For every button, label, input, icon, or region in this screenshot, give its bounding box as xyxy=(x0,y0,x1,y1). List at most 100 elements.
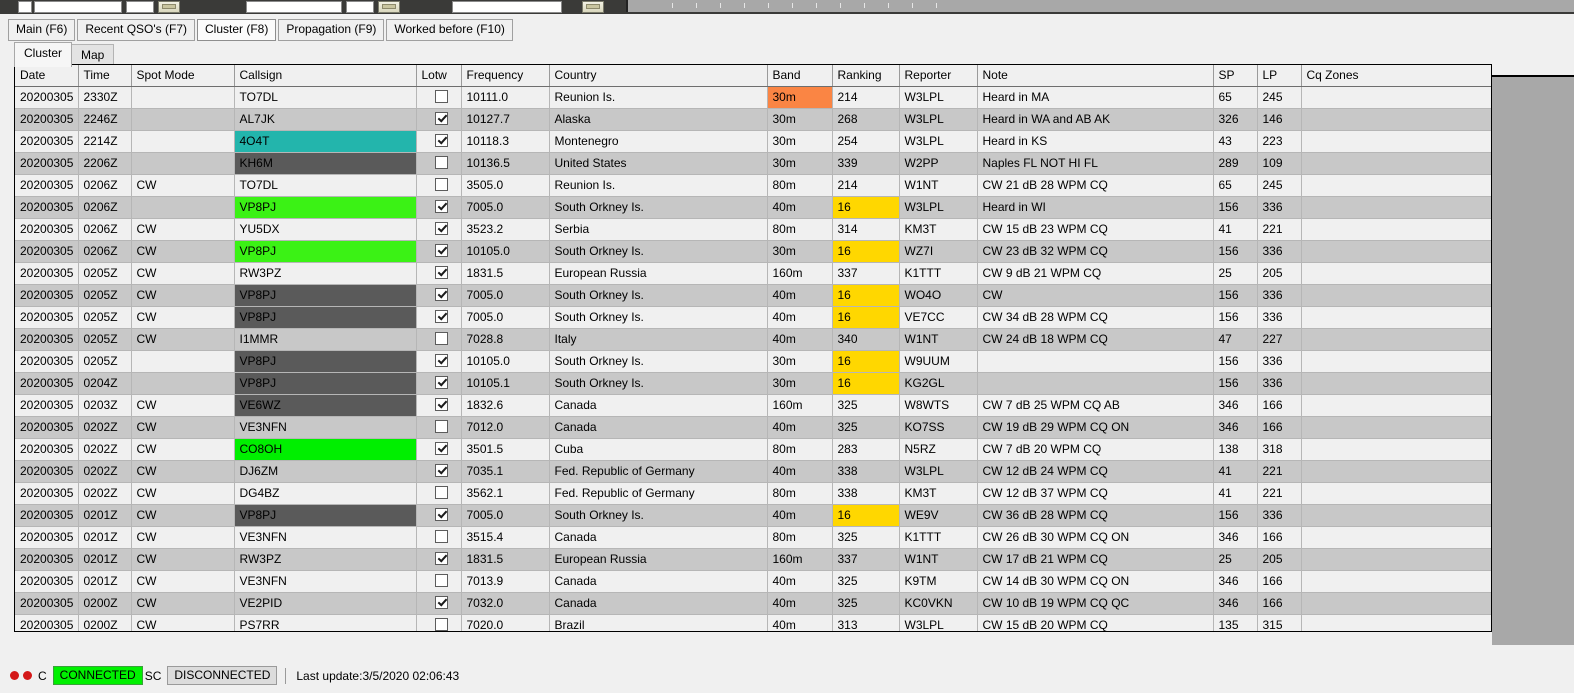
table-row[interactable]: 20200305 2246Z AL7JK 10127.7 Alaska 30m 268 W3L… xyxy=(15,108,1491,131)
lotw-checkbox-cell[interactable] xyxy=(416,174,462,197)
checkbox-unchecked-icon[interactable] xyxy=(434,332,448,345)
lotw-checkbox-cell[interactable] xyxy=(416,504,462,527)
table-row[interactable]: 20200305 0200Z CW VE2PID 7032.0 Canada 40m 325 K… xyxy=(15,592,1491,615)
toolbar-small-field-1[interactable] xyxy=(18,1,32,13)
checkbox-checked-icon[interactable] xyxy=(434,596,448,609)
column-header-note[interactable]: Note xyxy=(977,65,1214,87)
checkbox-checked-icon[interactable] xyxy=(434,442,448,455)
checkbox-checked-icon[interactable] xyxy=(434,112,448,125)
column-header-frequency[interactable]: Frequency xyxy=(461,65,550,87)
column-header-reporter[interactable]: Reporter xyxy=(899,65,978,87)
table-row[interactable]: 20200305 0206Z CW YU5DX 3523.2 Serbia 80m 314 KM… xyxy=(15,218,1491,241)
page-tab-worked-before-f10[interactable]: Worked before (F10) xyxy=(386,19,513,41)
table-row[interactable]: 20200305 0206Z CW VP8PJ 10105.0 South Orkney … xyxy=(15,240,1491,263)
checkbox-checked-icon[interactable] xyxy=(434,398,448,411)
lotw-checkbox-cell[interactable] xyxy=(416,328,462,351)
table-row[interactable]: 20200305 0205Z CW I1MMR 7028.8 Italy 40m 340 W1N… xyxy=(15,328,1491,351)
cluster-spots-grid[interactable]: Date Time Spot Mode Callsign Lotw Frequency Co… xyxy=(14,64,1492,632)
column-header-band[interactable]: Band xyxy=(767,65,833,87)
table-row[interactable]: 20200305 0204Z VP8PJ 10105.1 South Orkney Is… xyxy=(15,372,1491,395)
checkbox-unchecked-icon[interactable] xyxy=(434,156,448,169)
page-tab-main-f6[interactable]: Main (F6) xyxy=(8,19,76,41)
lotw-checkbox-cell[interactable] xyxy=(416,108,462,131)
lotw-checkbox-cell[interactable] xyxy=(416,240,462,263)
table-row[interactable]: 20200305 0201Z CW VE3NFN 3515.4 Canada 80m 325 K… xyxy=(15,526,1491,549)
table-row[interactable]: 20200305 0205Z CW VP8PJ 7005.0 South Orkney I… xyxy=(15,284,1491,307)
checkbox-checked-icon[interactable] xyxy=(434,200,448,213)
checkbox-unchecked-icon[interactable] xyxy=(434,530,448,543)
table-row[interactable]: 20200305 0201Z CW VE3NFN 7013.9 Canada 40m 325 K… xyxy=(15,570,1491,593)
lotw-checkbox-cell[interactable] xyxy=(416,592,462,615)
lotw-checkbox-cell[interactable] xyxy=(416,196,462,219)
checkbox-checked-icon[interactable] xyxy=(434,244,448,257)
lotw-checkbox-cell[interactable] xyxy=(416,548,462,571)
lotw-checkbox-cell[interactable] xyxy=(416,614,462,631)
column-header-cq-zones[interactable]: Cq Zones xyxy=(1301,65,1491,87)
table-row[interactable]: 20200305 2206Z KH6M 10136.5 United States 30m… xyxy=(15,152,1491,175)
column-header-sp[interactable]: SP xyxy=(1213,65,1258,87)
table-row[interactable]: 20200305 0205Z VP8PJ 10105.0 South Orkney Is… xyxy=(15,350,1491,373)
checkbox-checked-icon[interactable] xyxy=(434,376,448,389)
lotw-checkbox-cell[interactable] xyxy=(416,416,462,439)
checkbox-checked-icon[interactable] xyxy=(434,288,448,301)
toolbar-small-field-3[interactable] xyxy=(346,1,374,13)
lotw-checkbox-cell[interactable] xyxy=(416,526,462,549)
checkbox-unchecked-icon[interactable] xyxy=(434,574,448,587)
toolbar-lookup-button-3[interactable] xyxy=(582,1,604,13)
inner-tab-cluster[interactable]: Cluster xyxy=(14,42,73,67)
lotw-checkbox-cell[interactable] xyxy=(416,262,462,285)
lotw-checkbox-cell[interactable] xyxy=(416,130,462,153)
checkbox-checked-icon[interactable] xyxy=(434,222,448,235)
table-row[interactable]: 20200305 0202Z CW VE3NFN 7012.0 Canada 40m 325 K… xyxy=(15,416,1491,439)
lotw-checkbox-cell[interactable] xyxy=(416,218,462,241)
lotw-checkbox-cell[interactable] xyxy=(416,460,462,483)
checkbox-unchecked-icon[interactable] xyxy=(434,178,448,191)
checkbox-checked-icon[interactable] xyxy=(434,508,448,521)
checkbox-checked-icon[interactable] xyxy=(434,134,448,147)
checkbox-unchecked-icon[interactable] xyxy=(434,90,448,103)
checkbox-unchecked-icon[interactable] xyxy=(434,618,448,631)
checkbox-checked-icon[interactable] xyxy=(434,552,448,565)
lotw-checkbox-cell[interactable] xyxy=(416,438,462,461)
table-row[interactable]: 20200305 0205Z CW RW3PZ 1831.5 European Russi… xyxy=(15,262,1491,285)
table-row[interactable]: 20200305 0202Z CW DJ6ZM 7035.1 Fed. Republic … xyxy=(15,460,1491,483)
table-row[interactable]: 20200305 0206Z CW TO7DL 3505.0 Reunion Is. 80m… xyxy=(15,174,1491,197)
table-row[interactable]: 20200305 0201Z CW RW3PZ 1831.5 European Russi… xyxy=(15,548,1491,571)
checkbox-checked-icon[interactable] xyxy=(434,266,448,279)
lotw-checkbox-cell[interactable] xyxy=(416,482,462,505)
table-row[interactable]: 20200305 2330Z TO7DL 10111.0 Reunion Is. 30m 2… xyxy=(15,86,1491,109)
toolbar-lookup-button-2[interactable] xyxy=(378,1,400,13)
lotw-checkbox-cell[interactable] xyxy=(416,394,462,417)
column-header-time[interactable]: Time xyxy=(78,65,132,87)
table-row[interactable]: 20200305 0201Z CW VP8PJ 7005.0 South Orkney I… xyxy=(15,504,1491,527)
lotw-checkbox-cell[interactable] xyxy=(416,372,462,395)
toolbar-text-field-3[interactable] xyxy=(452,1,562,13)
table-row[interactable]: 20200305 0202Z CW DG4BZ 3562.1 Fed. Republic … xyxy=(15,482,1491,505)
column-header-ranking[interactable]: Ranking xyxy=(832,65,900,87)
lotw-checkbox-cell[interactable] xyxy=(416,350,462,373)
table-row[interactable]: 20200305 0205Z CW VP8PJ 7005.0 South Orkney I… xyxy=(15,306,1491,329)
checkbox-checked-icon[interactable] xyxy=(434,354,448,367)
toolbar-lookup-button-1[interactable] xyxy=(158,1,180,13)
table-row[interactable]: 20200305 0202Z CW CO8OH 3501.5 Cuba 80m 283 N5RZ… xyxy=(15,438,1491,461)
toolbar-text-field-1[interactable] xyxy=(34,1,122,13)
lotw-checkbox-cell[interactable] xyxy=(416,86,462,109)
sc-status-badge[interactable]: DISCONNECTED xyxy=(167,666,278,685)
page-tab-propagation-f9[interactable]: Propagation (F9) xyxy=(278,19,385,41)
toolbar-small-field-2[interactable] xyxy=(126,1,154,13)
column-header-lotw[interactable]: Lotw xyxy=(416,65,462,87)
table-row[interactable]: 20200305 0200Z CW PS7RR 7020.0 Brazil 40m 313 W3… xyxy=(15,614,1491,631)
toolbar-text-field-2[interactable] xyxy=(246,1,342,13)
cluster-status-badge[interactable]: CONNECTED xyxy=(52,666,143,685)
page-tab-cluster-f8[interactable]: Cluster (F8) xyxy=(197,19,277,41)
checkbox-unchecked-icon[interactable] xyxy=(434,420,448,433)
column-header-spot-mode[interactable]: Spot Mode xyxy=(131,65,235,87)
table-row[interactable]: 20200305 2214Z 4O4T 10118.3 Montenegro 30m 254… xyxy=(15,130,1491,153)
column-header-country[interactable]: Country xyxy=(549,65,768,87)
lotw-checkbox-cell[interactable] xyxy=(416,306,462,329)
page-tab-recent-qso-s-f7[interactable]: Recent QSO's (F7) xyxy=(77,19,195,41)
lotw-checkbox-cell[interactable] xyxy=(416,570,462,593)
checkbox-checked-icon[interactable] xyxy=(434,310,448,323)
lotw-checkbox-cell[interactable] xyxy=(416,152,462,175)
table-row[interactable]: 20200305 0206Z VP8PJ 7005.0 South Orkney Is.… xyxy=(15,196,1491,219)
